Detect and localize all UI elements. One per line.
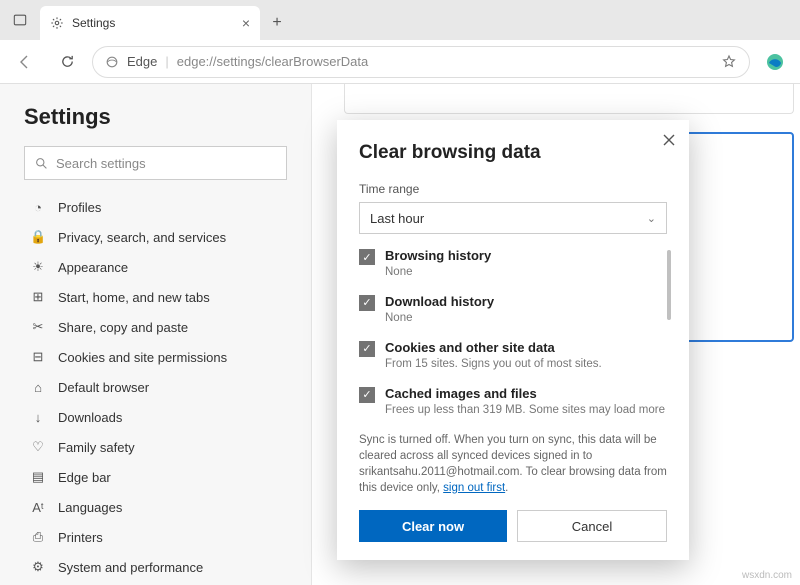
active-tab[interactable]: Settings × (40, 6, 260, 40)
back-button[interactable] (8, 45, 42, 79)
checkbox-row: ✓ Download history None (359, 294, 667, 326)
favorites-button[interactable] (721, 54, 737, 70)
checkbox[interactable]: ✓ (359, 295, 375, 311)
sidebar-item-downloads[interactable]: ↓ Downloads (24, 402, 287, 432)
search-settings-input[interactable]: Search settings (24, 146, 287, 180)
checkbox-subtitle: None (385, 265, 491, 280)
close-icon (663, 134, 675, 146)
watermark: wsxdn.com (742, 570, 792, 581)
sidebar-item-profiles[interactable]: ◔ Profiles (24, 192, 287, 222)
sidebar-item-printers[interactable]: ⎙ Printers (24, 522, 287, 552)
sidebar-item-privacy-search-and-services[interactable]: 🔒 Privacy, search, and services (24, 222, 287, 252)
checkbox[interactable]: ✓ (359, 387, 375, 403)
profile-button[interactable] (758, 45, 792, 79)
dialog-scrollbar[interactable] (667, 250, 671, 320)
new-tab-button[interactable]: + (260, 6, 294, 40)
clear-browsing-data-dialog: Clear browsing data Time range Last hour… (337, 120, 689, 560)
nav-label: Family safety (58, 440, 135, 455)
nav-label: Appearance (58, 260, 128, 275)
nav-label: System and performance (58, 560, 203, 575)
nav-icon: ⌂ (30, 380, 46, 395)
nav-label: Default browser (58, 380, 149, 395)
address-bar[interactable]: Edge | edge://settings/clearBrowserData (92, 46, 750, 78)
settings-sidebar: Settings Search settings ◔ Profiles 🔒 Priva… (0, 84, 312, 585)
time-range-select[interactable]: Last hour ⌄ (359, 202, 667, 234)
time-range-value: Last hour (370, 211, 424, 226)
checkbox-row: ✓ Browsing history None (359, 248, 667, 280)
sync-note: Sync is turned off. When you turn on syn… (359, 432, 667, 496)
sidebar-item-appearance[interactable]: ☀ Appearance (24, 252, 287, 282)
refresh-button[interactable] (50, 45, 84, 79)
nav-icon: ⊞ (30, 289, 46, 305)
checkbox-subtitle: Frees up less than 319 MB. Some sites ma… (385, 403, 665, 418)
sidebar-item-family-safety[interactable]: ♡ Family safety (24, 432, 287, 462)
checkbox-subtitle: From 15 sites. Signs you out of most sit… (385, 357, 602, 372)
titlebar: Settings × + (0, 0, 800, 40)
nav-label: Start, home, and new tabs (58, 290, 210, 305)
tab-actions-button[interactable] (0, 0, 40, 40)
edge-logo-icon (105, 55, 119, 69)
checkbox-row: ✓ Cached images and files Frees up less th… (359, 386, 667, 418)
nav-label: Profiles (58, 200, 101, 215)
nav-icon: ⎙ (30, 529, 46, 545)
nav-icon: ⚙ (30, 559, 46, 575)
refresh-icon (60, 54, 75, 69)
nav-icon: Aᵗ (30, 500, 46, 515)
checkbox-subtitle: None (385, 311, 494, 326)
sidebar-item-start-home-and-new-tabs[interactable]: ⊞ Start, home, and new tabs (24, 282, 287, 312)
toolbar: Edge | edge://settings/clearBrowserData (0, 40, 800, 84)
checkbox-title: Cached images and files (385, 386, 665, 401)
nav-icon: ☀ (30, 259, 46, 275)
sidebar-item-default-browser[interactable]: ⌂ Default browser (24, 372, 287, 402)
nav-label: Downloads (58, 410, 122, 425)
checkbox[interactable]: ✓ (359, 341, 375, 357)
sidebar-item-share-copy-and-paste[interactable]: ✂ Share, copy and paste (24, 312, 287, 342)
search-placeholder: Search settings (56, 156, 146, 171)
cancel-button[interactable]: Cancel (517, 510, 667, 542)
sign-out-link[interactable]: sign out first (443, 482, 505, 494)
chevron-down-icon: ⌄ (647, 212, 656, 225)
nav-label: Share, copy and paste (58, 320, 188, 335)
gear-icon (50, 16, 64, 30)
nav-icon: 🔒 (30, 229, 46, 245)
checkbox-row: ✓ Cookies and other site data From 15 site… (359, 340, 667, 372)
background-card (344, 84, 794, 114)
address-prefix: Edge (127, 54, 157, 69)
clear-now-button[interactable]: Clear now (359, 510, 507, 542)
nav-icon: ♡ (30, 439, 46, 455)
time-range-label: Time range (359, 182, 667, 196)
nav-label: Cookies and site permissions (58, 350, 227, 365)
close-tab-button[interactable]: × (242, 15, 250, 31)
nav-label: Printers (58, 530, 103, 545)
page-title: Settings (24, 104, 287, 130)
sidebar-item-edge-bar[interactable]: ▤ Edge bar (24, 462, 287, 492)
address-url: edge://settings/clearBrowserData (177, 54, 368, 69)
star-add-icon (721, 54, 737, 70)
sidebar-item-system-and-performance[interactable]: ⚙ System and performance (24, 552, 287, 582)
dialog-title: Clear browsing data (359, 142, 667, 164)
nav-icon: ⊟ (30, 349, 46, 365)
tab-title: Settings (72, 16, 115, 30)
checkbox[interactable]: ✓ (359, 249, 375, 265)
checkbox-title: Cookies and other site data (385, 340, 602, 355)
nav-label: Privacy, search, and services (58, 230, 226, 245)
nav-label: Edge bar (58, 470, 111, 485)
window-icon (13, 13, 27, 27)
nav-icon: ▤ (30, 469, 46, 485)
sidebar-item-languages[interactable]: Aᵗ Languages (24, 492, 287, 522)
sidebar-item-cookies-and-site-permissions[interactable]: ⊟ Cookies and site permissions (24, 342, 287, 372)
nav-icon: ✂ (30, 319, 46, 335)
arrow-left-icon (17, 54, 33, 70)
search-icon (35, 157, 48, 170)
nav-label: Languages (58, 500, 122, 515)
edge-profile-icon (765, 52, 785, 72)
nav-icon: ↓ (30, 410, 46, 425)
dialog-close-button[interactable] (663, 134, 675, 146)
nav-icon: ◔ (30, 200, 46, 215)
checkbox-title: Download history (385, 294, 494, 309)
checkbox-title: Browsing history (385, 248, 491, 263)
